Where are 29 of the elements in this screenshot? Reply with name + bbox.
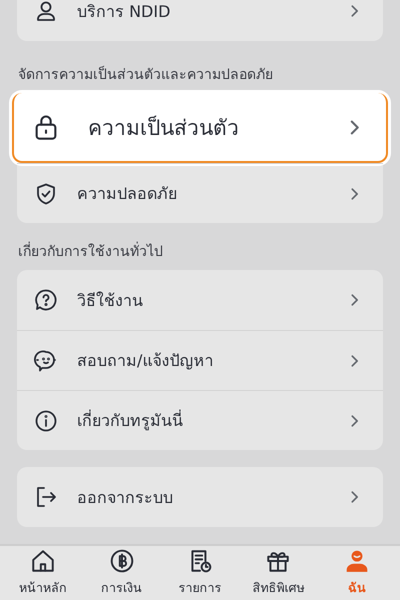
shield-check-icon [34,182,58,206]
menu-item[interactable]: สอบถาม/แจ้งปัญหา [17,330,383,390]
tab[interactable]: หน้าหลัก [5,548,82,598]
chevron-right-icon [350,354,359,368]
chevron-right-icon [349,118,360,136]
logout-icon [34,485,58,509]
section-title: เกี่ยวกับการใช้งานทั่วไป [18,240,383,262]
chevron-right-icon [350,490,359,504]
section-title: จัดการความเป็นส่วนตัวและความปลอดภัย [18,64,274,85]
chatbot-icon [34,348,58,372]
coin-icon [108,548,135,574]
help-icon [34,288,58,312]
menu-item[interactable]: บริการ NDID [17,0,383,41]
chevron-right-icon [350,186,359,200]
home-icon [30,548,56,574]
chevron-right-icon [350,414,359,428]
menu-item[interactable]: เกี่ยวกับทรูมันนี่ [17,390,383,450]
chevron-right-icon [350,4,359,18]
menu-item[interactable]: ออกจากระบบ [17,467,383,527]
menu-item[interactable]: วิธีใช้งาน [17,270,383,330]
menu-item[interactable]: ความปลอดภัย [17,163,383,223]
chevron-right-icon [350,293,359,307]
tab[interactable]: สิทธิพิเศษ [240,548,316,598]
menu-item[interactable]: ความเป็นส่วนตัว [12,93,388,163]
info-icon [34,408,58,432]
person-icon [34,0,58,23]
person-icon [344,548,370,574]
tab[interactable]: รายการ [162,548,238,598]
tab[interactable]: การเงิน [84,548,160,598]
